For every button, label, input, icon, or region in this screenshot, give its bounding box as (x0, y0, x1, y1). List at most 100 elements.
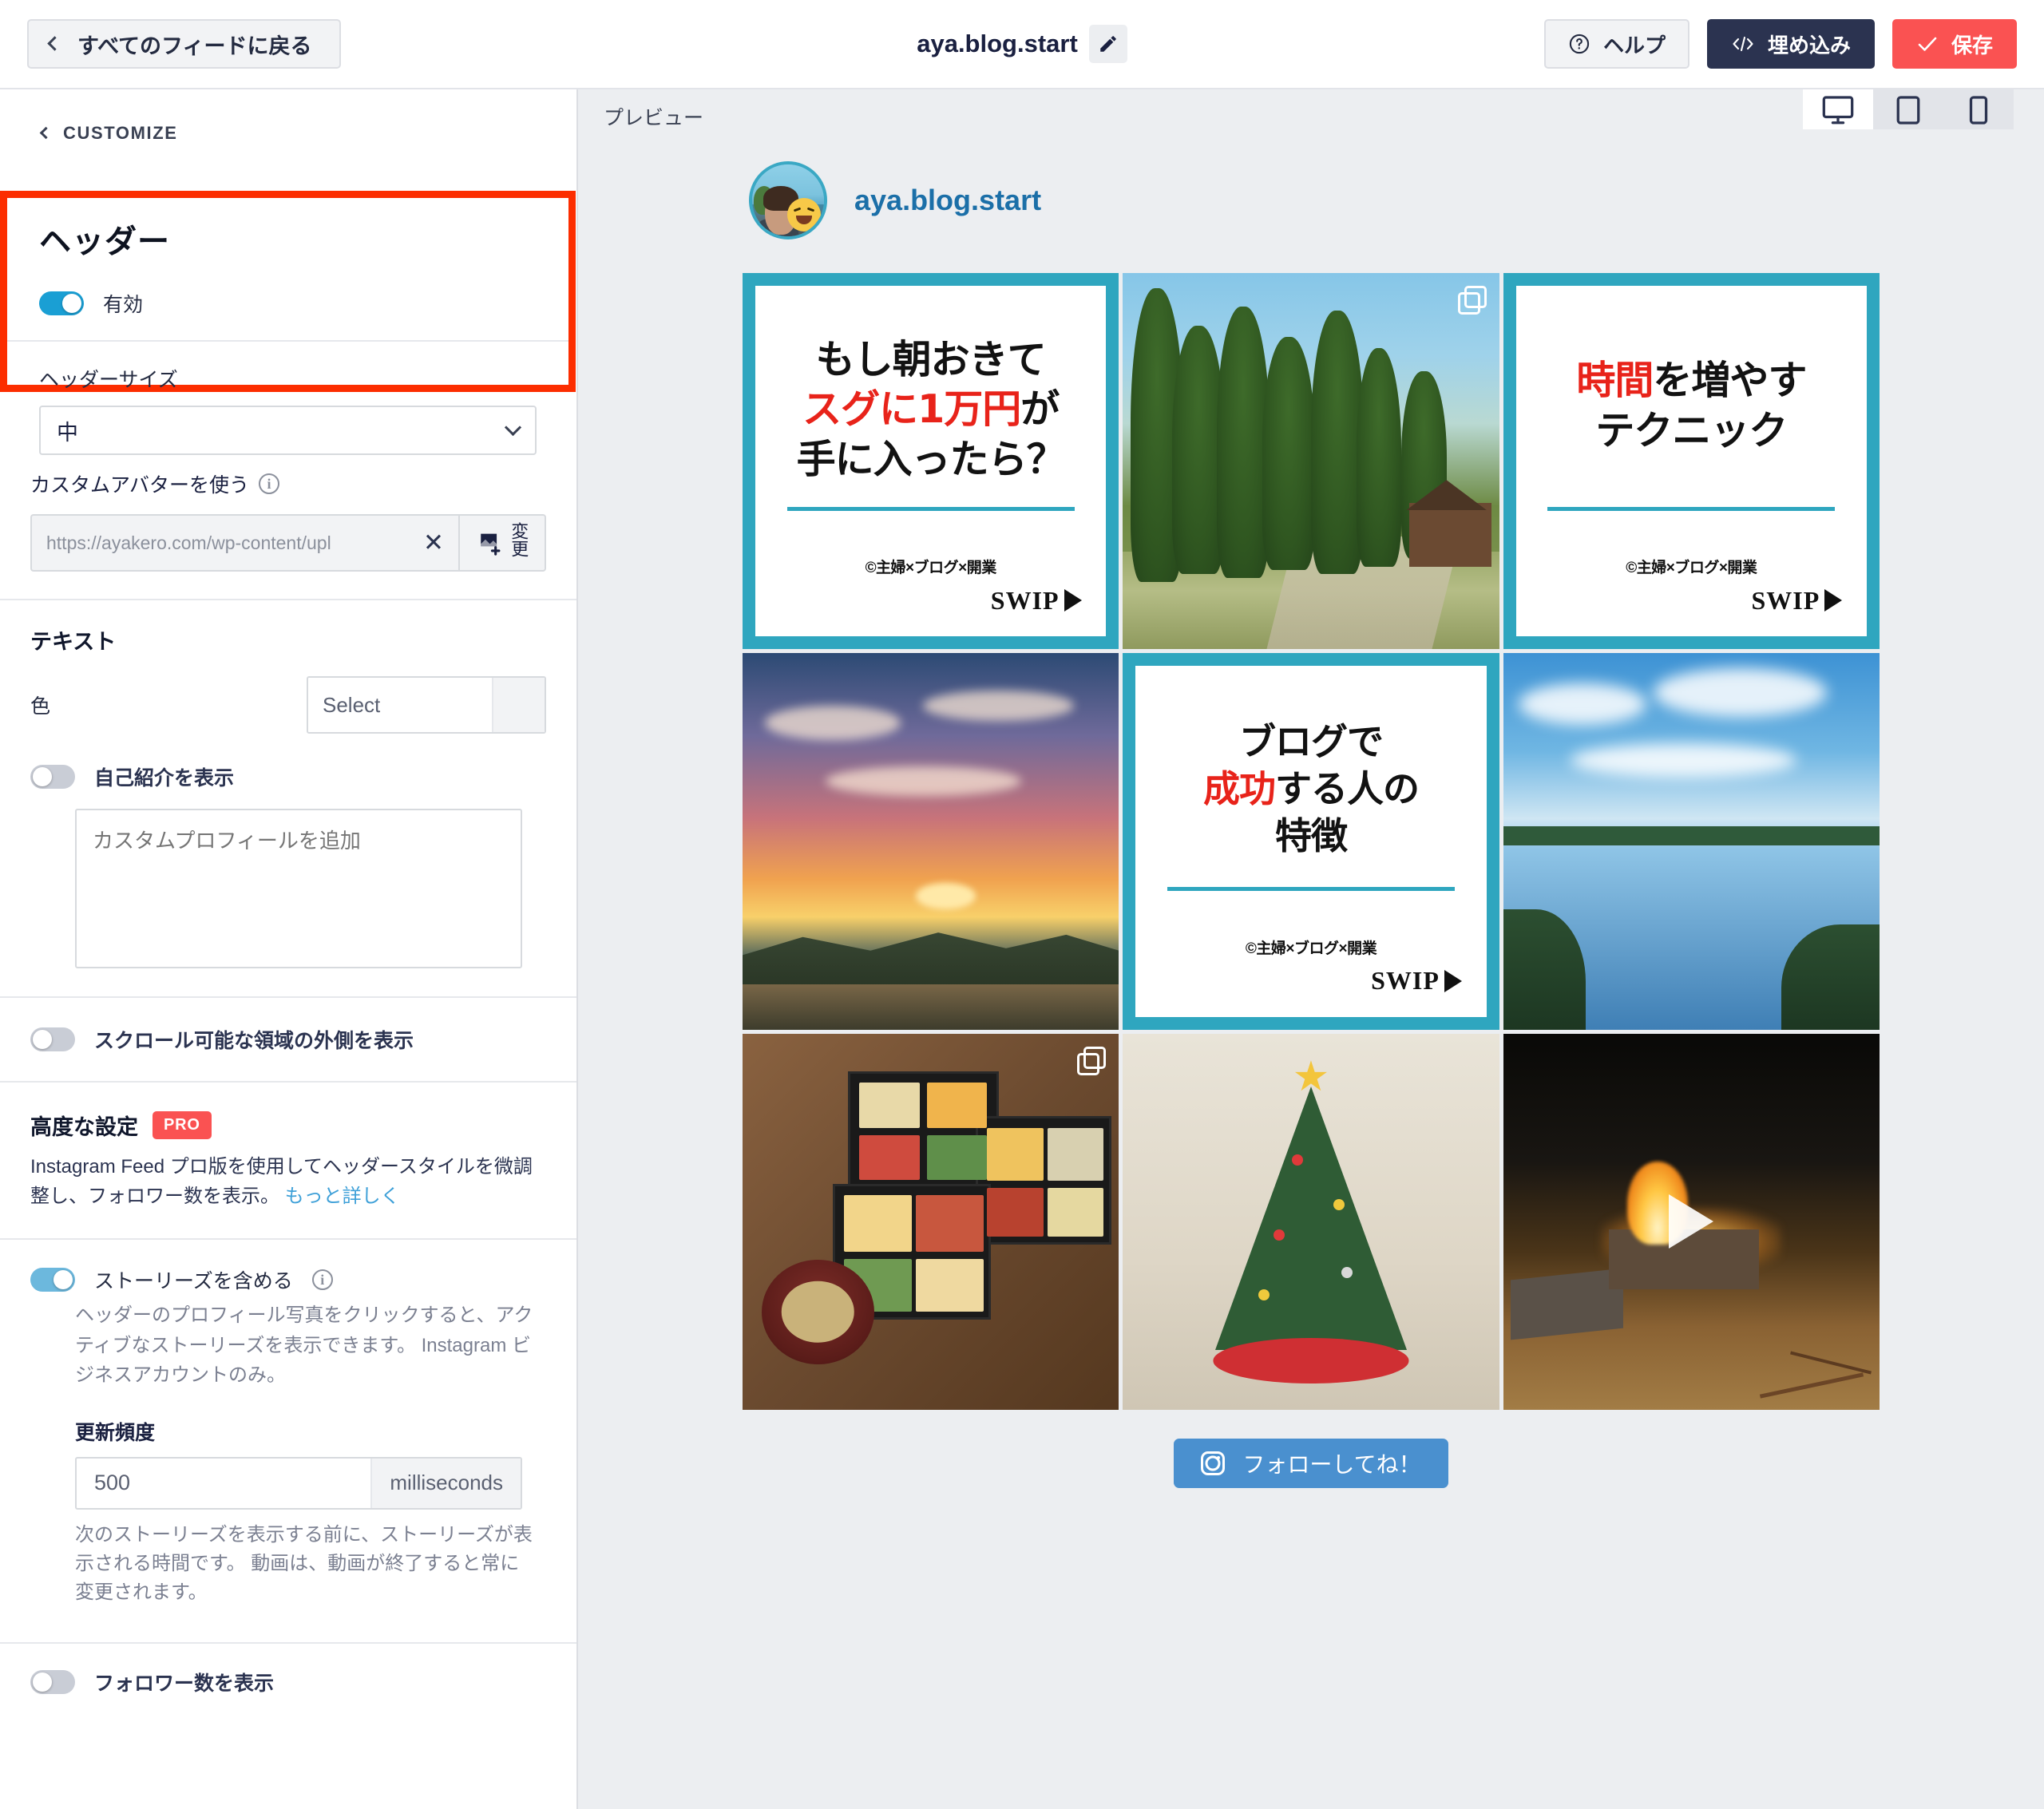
headline-line-1-suffix: を増やす (1653, 357, 1807, 403)
save-button-label: 保存 (1951, 33, 1993, 57)
info-icon[interactable]: i (311, 1269, 333, 1291)
swipe-hint: SWIP (1371, 966, 1462, 996)
headline-line-2-suffix: する人の (1274, 767, 1420, 811)
device-tab-desktop[interactable] (1803, 89, 1873, 129)
device-tab-mobile[interactable] (1943, 89, 2014, 129)
text-card: 時間を増やす テクニック ©主婦×ブログ×開業 SWIP (1503, 273, 1880, 650)
back-to-all-feeds-button[interactable]: すべてのフィードに戻る (27, 19, 341, 69)
post-tile[interactable]: 時間を増やす テクニック ©主婦×ブログ×開業 SWIP (1503, 273, 1880, 650)
outside-scroll-toggle[interactable] (30, 1027, 75, 1051)
text-color-row: 色 Select (30, 676, 546, 734)
chevron-left-icon (39, 126, 53, 139)
photo-christmas-tree: ★ (1123, 1033, 1499, 1411)
pro-badge: PRO (153, 1111, 212, 1139)
mobile-icon (1969, 96, 1988, 125)
cloud (1654, 668, 1827, 718)
show-follower-count-label: フォロワー数を表示 (94, 1672, 275, 1695)
play-icon[interactable] (1669, 1194, 1714, 1249)
cloud (1518, 683, 1646, 725)
embed-button-label: 埋め込み (1767, 33, 1851, 57)
post-tile[interactable]: ★ (1123, 1033, 1499, 1411)
post-tile[interactable] (743, 1033, 1119, 1411)
text-section: テキスト 色 Select (0, 600, 576, 734)
post-headline: 時間を増やす テクニック (1576, 356, 1807, 456)
instagram-feed: aya.blog.start もし朝おきて スグに1万円が 手に入ったら？ ©主… (743, 144, 1880, 1512)
post-tile[interactable]: ブログで 成功する人の 特徴 ©主婦×ブログ×開業 SWIP (1123, 653, 1499, 1030)
edit-title-button[interactable] (1088, 25, 1127, 63)
help-button[interactable]: ヘルプ (1543, 19, 1689, 69)
text-card: もし朝おきて スグに1万円が 手に入ったら？ ©主婦×ブログ×開業 SWIP (743, 273, 1119, 650)
header-size-value: 中 (57, 420, 78, 445)
triangle-right-icon (1064, 589, 1082, 612)
carousel-square-bottom (1077, 1052, 1100, 1075)
headline-line-2-suffix: が (1020, 386, 1060, 433)
preview-scroll-area[interactable]: aya.blog.start もし朝おきて スグに1万円が 手に入ったら？ ©主… (578, 144, 2044, 1809)
headline-highlight: 成功 (1202, 767, 1276, 811)
post-tile[interactable] (1503, 653, 1880, 1030)
follow-button-row: フォローしてね！ (743, 1410, 1880, 1512)
post-tile[interactable] (743, 653, 1119, 1030)
food-item (987, 1127, 1044, 1181)
sidebar-scroll-area[interactable]: CUSTOMIZE ヘッダー 有効 ヘッダーサイズ 中 カスタムアバターを使う … (0, 89, 576, 1809)
update-frequency-value: 500 (94, 1471, 131, 1495)
post-tile[interactable] (1123, 273, 1499, 650)
header-enabled-toggle[interactable] (39, 291, 84, 315)
water (743, 984, 1119, 1030)
custom-avatar-url-input[interactable]: https://ayakero.com/wp-content/upl ✕ (30, 514, 458, 572)
change-avatar-button[interactable]: 変更 (458, 514, 546, 572)
feed-username[interactable]: aya.blog.start (854, 184, 1041, 217)
text-color-picker[interactable]: Select (307, 676, 546, 734)
customize-breadcrumb[interactable]: CUSTOMIZE (0, 89, 576, 150)
image-add-icon (481, 533, 501, 556)
include-stories-row: ストーリーズを含める i (30, 1265, 546, 1294)
header-size-label: ヘッダーサイズ (39, 369, 178, 391)
headline-line-3: 手に入ったら？ (796, 436, 1066, 482)
food-item (1047, 1187, 1104, 1237)
text-card-inner: もし朝おきて スグに1万円が 手に入ったら？ ©主婦×ブログ×開業 SWIP (755, 286, 1107, 637)
carousel-square-bottom (1077, 292, 1100, 315)
color-swatch[interactable] (492, 678, 545, 732)
clear-icon[interactable]: ✕ (412, 528, 444, 557)
learn-more-link[interactable]: もっと詳しく (285, 1186, 400, 1207)
swipe-hint: SWIP (1751, 585, 1843, 616)
divider (1167, 887, 1456, 892)
avatar[interactable] (749, 161, 827, 239)
post-headline: もし朝おきて スグに1万円が 手に入ったら？ (796, 335, 1066, 485)
header-size-select[interactable]: 中 (39, 406, 537, 455)
divider (786, 506, 1075, 511)
preview-bar: プレビュー (578, 89, 2044, 144)
show-follower-count-toggle[interactable] (30, 1669, 75, 1694)
update-frequency-input[interactable]: 500 milliseconds (75, 1456, 522, 1510)
carousel-square-bottom (1457, 672, 1480, 695)
swipe-label: SWIP (1751, 585, 1820, 615)
headline-line-2: テクニック (1595, 407, 1788, 453)
follow-button[interactable]: フォローしてね！ (1174, 1439, 1448, 1489)
info-icon[interactable]: i (259, 473, 280, 494)
post-tile[interactable]: もし朝おきて スグに1万円が 手に入ったら？ ©主婦×ブログ×開業 SWIP (743, 273, 1119, 650)
show-bio-toggle[interactable] (30, 765, 75, 789)
photo-food (743, 1033, 1119, 1411)
pencil-icon (1100, 36, 1116, 52)
text-card: ブログで 成功する人の 特徴 ©主婦×ブログ×開業 SWIP (1123, 653, 1499, 1030)
swipe-label: SWIP (990, 585, 1060, 615)
device-tab-tablet[interactable] (1873, 89, 1943, 129)
sun (915, 882, 976, 909)
follow-button-label: フォローしてね！ (1242, 1452, 1421, 1478)
save-button[interactable]: 保存 (1891, 19, 2017, 69)
carousel-icon (1457, 286, 1487, 315)
help-button-label: ヘルプ (1602, 33, 1666, 57)
custom-bio-textarea[interactable] (75, 809, 522, 968)
update-frequency-unit: milliseconds (370, 1458, 521, 1508)
cloud (1571, 743, 1797, 778)
divider (7, 340, 568, 342)
carousel-icon (1838, 286, 1867, 315)
post-tile[interactable] (1503, 1033, 1880, 1411)
include-stories-toggle[interactable] (30, 1268, 75, 1292)
headline-highlight: 時間 (1576, 357, 1654, 403)
soup (782, 1281, 854, 1343)
tree (1262, 337, 1315, 571)
embed-button[interactable]: 埋め込み (1706, 19, 1875, 69)
check-icon (1918, 37, 1937, 51)
device-preview-tabs (1803, 89, 2014, 129)
